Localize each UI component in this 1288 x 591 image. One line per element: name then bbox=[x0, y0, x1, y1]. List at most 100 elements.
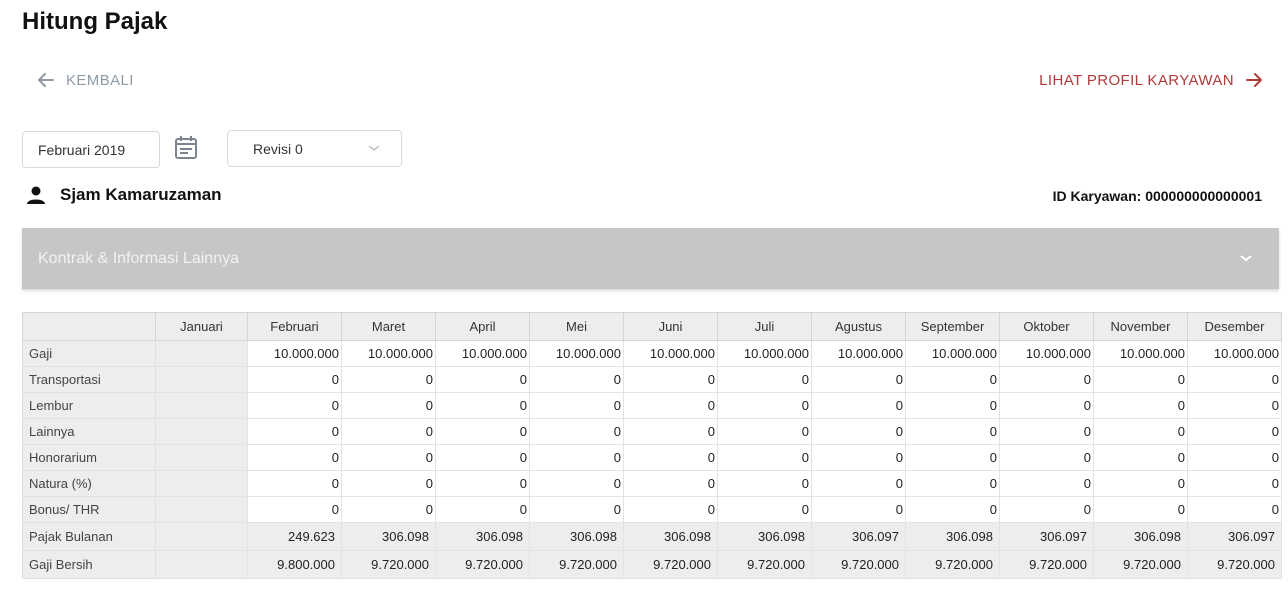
table-cell[interactable]: 0 bbox=[529, 444, 624, 471]
table-cell[interactable]: 0 bbox=[435, 470, 530, 497]
table-row: Honorarium 0 0 0 0 0 0 0 0 0 0 0 bbox=[22, 444, 1282, 471]
table-cell[interactable]: 0 bbox=[1187, 444, 1282, 471]
table-cell[interactable]: 0 bbox=[1093, 366, 1188, 393]
table-cell[interactable]: 0 bbox=[717, 366, 812, 393]
table-cell[interactable]: 0 bbox=[1093, 470, 1188, 497]
table-cell[interactable]: 0 bbox=[341, 418, 436, 445]
month-header: Desember bbox=[1187, 312, 1282, 341]
table-cell[interactable]: 10.000.000 bbox=[623, 340, 718, 367]
table-cell[interactable] bbox=[155, 470, 248, 497]
table-cell[interactable]: 0 bbox=[905, 366, 1000, 393]
table-cell[interactable]: 0 bbox=[1187, 392, 1282, 419]
table-cell[interactable] bbox=[155, 392, 248, 419]
table-cell[interactable]: 0 bbox=[999, 470, 1094, 497]
table-cell[interactable]: 0 bbox=[435, 392, 530, 419]
table-cell[interactable]: 0 bbox=[999, 366, 1094, 393]
table-cell: 306.098 bbox=[435, 522, 530, 551]
table-cell[interactable]: 10.000.000 bbox=[341, 340, 436, 367]
table-cell[interactable]: 10.000.000 bbox=[1187, 340, 1282, 367]
table-cell[interactable]: 0 bbox=[811, 496, 906, 523]
table-cell[interactable]: 0 bbox=[623, 418, 718, 445]
table-cell[interactable]: 0 bbox=[717, 444, 812, 471]
table-cell[interactable]: 0 bbox=[341, 496, 436, 523]
table-cell[interactable]: 0 bbox=[341, 392, 436, 419]
table-cell[interactable]: 0 bbox=[341, 444, 436, 471]
table-cell[interactable]: 0 bbox=[1093, 418, 1188, 445]
table-cell[interactable]: 0 bbox=[247, 496, 342, 523]
table-cell[interactable]: 0 bbox=[341, 366, 436, 393]
table-cell[interactable]: 10.000.000 bbox=[905, 340, 1000, 367]
table-cell[interactable]: 0 bbox=[811, 366, 906, 393]
view-employee-profile-link[interactable]: LIHAT PROFIL KARYAWAN bbox=[1039, 70, 1264, 90]
table-cell[interactable]: 0 bbox=[1187, 470, 1282, 497]
table-cell[interactable]: 0 bbox=[623, 470, 718, 497]
table-cell[interactable] bbox=[155, 366, 248, 393]
table-cell[interactable]: 0 bbox=[811, 392, 906, 419]
table-cell[interactable]: 0 bbox=[341, 470, 436, 497]
table-cell[interactable]: 0 bbox=[247, 366, 342, 393]
table-cell[interactable]: 0 bbox=[811, 470, 906, 497]
table-cell[interactable]: 0 bbox=[717, 418, 812, 445]
table-cell[interactable]: 0 bbox=[811, 418, 906, 445]
table-cell[interactable]: 0 bbox=[435, 444, 530, 471]
table-cell[interactable]: 0 bbox=[529, 418, 624, 445]
table-cell[interactable]: 0 bbox=[1093, 444, 1188, 471]
table-cell[interactable] bbox=[155, 444, 248, 471]
table-cell[interactable]: 0 bbox=[623, 366, 718, 393]
table-cell[interactable] bbox=[155, 340, 248, 367]
table-cell[interactable]: 10.000.000 bbox=[717, 340, 812, 367]
contract-info-accordion[interactable]: Kontrak & Informasi Lainnya bbox=[22, 228, 1279, 289]
table-cell[interactable]: 0 bbox=[905, 392, 1000, 419]
table-cell[interactable]: 0 bbox=[529, 496, 624, 523]
table-cell[interactable]: 0 bbox=[1187, 366, 1282, 393]
table-cell[interactable]: 0 bbox=[247, 444, 342, 471]
table-cell[interactable]: 0 bbox=[905, 470, 1000, 497]
chevron-down-icon bbox=[1240, 255, 1252, 262]
revision-select[interactable]: Revisi 0 bbox=[227, 130, 402, 167]
table-cell[interactable]: 0 bbox=[529, 392, 624, 419]
table-cell[interactable]: 0 bbox=[905, 496, 1000, 523]
table-cell[interactable] bbox=[155, 496, 248, 523]
table-cell[interactable]: 0 bbox=[529, 470, 624, 497]
table-cell[interactable]: 0 bbox=[811, 444, 906, 471]
table-cell[interactable]: 10.000.000 bbox=[999, 340, 1094, 367]
table-cell[interactable]: 0 bbox=[1093, 496, 1188, 523]
table-cell[interactable]: 0 bbox=[435, 496, 530, 523]
table-cell[interactable]: 0 bbox=[529, 366, 624, 393]
table-cell[interactable]: 0 bbox=[905, 418, 1000, 445]
table-cell[interactable]: 0 bbox=[999, 418, 1094, 445]
table-cell[interactable]: 0 bbox=[905, 444, 1000, 471]
calendar-icon[interactable] bbox=[172, 134, 200, 162]
table-cell[interactable]: 0 bbox=[623, 392, 718, 419]
back-button[interactable]: KEMBALI bbox=[36, 70, 134, 90]
table-cell[interactable]: 0 bbox=[623, 444, 718, 471]
table-cell[interactable]: 0 bbox=[717, 470, 812, 497]
table-cell[interactable]: 0 bbox=[435, 418, 530, 445]
table-cell[interactable]: 0 bbox=[1187, 418, 1282, 445]
table-cell: 306.098 bbox=[529, 522, 624, 551]
table-cell[interactable]: 0 bbox=[717, 496, 812, 523]
table-cell[interactable]: 0 bbox=[247, 392, 342, 419]
table-cell[interactable]: 10.000.000 bbox=[811, 340, 906, 367]
table-cell[interactable] bbox=[155, 418, 248, 445]
table-cell[interactable]: 10.000.000 bbox=[1093, 340, 1188, 367]
table-cell[interactable]: 10.000.000 bbox=[247, 340, 342, 367]
table-cell[interactable]: 0 bbox=[1093, 392, 1188, 419]
person-icon bbox=[27, 186, 45, 204]
table-cell[interactable]: 10.000.000 bbox=[529, 340, 624, 367]
table-cell[interactable]: 0 bbox=[999, 392, 1094, 419]
table-cell[interactable]: 0 bbox=[717, 392, 812, 419]
table-cell[interactable]: 0 bbox=[999, 444, 1094, 471]
table-cell: 9.800.000 bbox=[247, 550, 342, 579]
table-cell[interactable]: 0 bbox=[435, 366, 530, 393]
table-cell[interactable]: 0 bbox=[247, 418, 342, 445]
table-cell: 9.720.000 bbox=[1093, 550, 1188, 579]
employee-info: Sjam Kamaruzaman bbox=[26, 185, 222, 205]
table-cell[interactable]: 10.000.000 bbox=[435, 340, 530, 367]
table-cell[interactable]: 0 bbox=[623, 496, 718, 523]
table-cell[interactable]: 0 bbox=[1187, 496, 1282, 523]
table-cell[interactable]: 0 bbox=[247, 470, 342, 497]
table-cell: 9.720.000 bbox=[999, 550, 1094, 579]
period-input[interactable]: Februari 2019 bbox=[22, 131, 160, 168]
table-cell[interactable]: 0 bbox=[999, 496, 1094, 523]
